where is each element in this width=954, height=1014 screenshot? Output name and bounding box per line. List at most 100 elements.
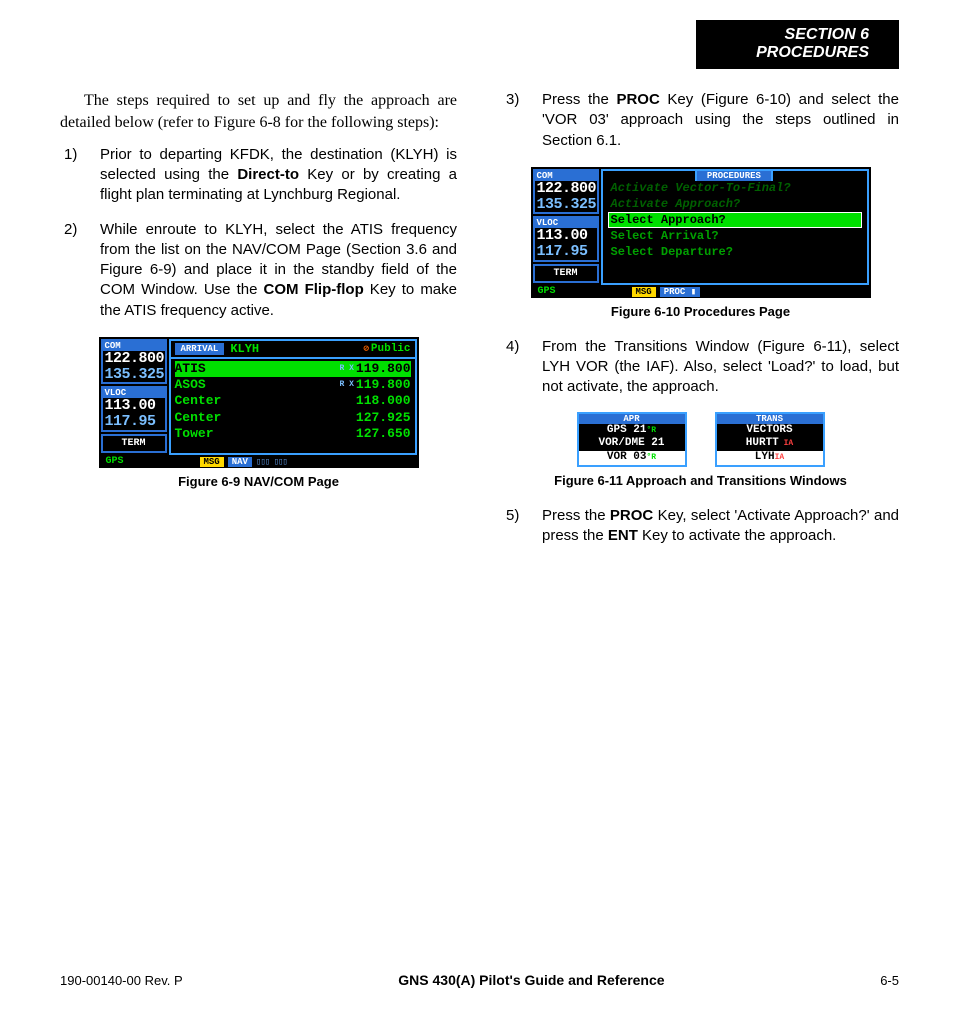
doc-title: GNS 430(A) Pilot's Guide and Reference [398,972,664,988]
step-text-post: Key to activate the approach. [638,527,836,544]
vloc-block: VLOC 113.00 117.95 [101,386,167,432]
figure-caption: Figure 6-11 Approach and Transitions Win… [502,473,899,488]
intro-paragraph: The steps required to set up and fly the… [60,90,457,135]
navcom-row: Center118.000 [175,393,411,409]
trans-rows: VECTORSHURTT IALYHIA [717,424,823,465]
step-bold2: ENT [608,527,638,544]
apr-title: APR [579,414,685,424]
step-text: From the Transitions Window (Figure 6-11… [542,338,899,396]
gps-tag: GPS [538,286,594,297]
procedure-item: Select Arrival? [609,229,861,243]
procedures-main: PROCEDURES Activate Vector-To-Final?Acti… [601,169,869,285]
gns-side-panel: COM 122.800 135.325 VLOC 113.00 117.95 T… [100,338,168,467]
trans-window: TRANS VECTORSHURTT IALYHIA [715,412,825,467]
gns-side-panel: COM 122.800 135.325 VLOC 113.00 117.95 T… [532,168,600,297]
figure-caption: Figure 6-10 Procedures Page [502,304,899,319]
step-num: 3) [506,90,519,110]
section-number: SECTION 6 [756,26,869,44]
airport-id: KLYH [230,342,259,356]
vloc-standby: 117.95 [103,414,165,430]
step-num: 4) [506,337,519,357]
procedures-footer: MSG PROC ▮ [600,287,870,297]
vloc-active: 113.00 [103,398,165,414]
step-bold: PROC [616,91,659,108]
procedures-list: Activate Vector-To-Final? Activate Approa… [603,171,867,265]
navcom-footer: MSG NAV ▯▯▯ ▯▯▯ [168,457,418,467]
step-bold: COM Flip-flop [264,281,364,298]
procedure-item: Activate Approach? [609,197,861,211]
apr-row: VOR 03°R [579,451,685,465]
com-active: 122.800 [103,351,165,367]
trans-row: VECTORS [717,424,823,438]
airport-icon: ⊘ [363,344,368,354]
navcom-header: ARRIVAL KLYH ⊘Public [171,341,415,359]
apr-window: APR GPS 21°RVOR/DME 21VOR 03°R [577,412,687,467]
section-title: PROCEDURES [756,44,869,62]
step-1: 1) Prior to departing KFDK, the destinat… [100,145,457,206]
arrival-label: ARRIVAL [175,343,225,355]
apr-row: GPS 21°R [579,424,685,438]
step-text-pre: Press the [542,91,616,108]
step-5: 5) Press the PROC Key, select 'Activate … [542,506,899,547]
step-text-pre: Press the [542,507,610,524]
proc-tab: PROC ▮ [660,287,700,297]
navcom-row: Tower127.650 [175,426,411,442]
left-column: The steps required to set up and fly the… [60,90,457,560]
procedure-item: Activate Vector-To-Final? [609,181,861,195]
com-standby: 135.325 [535,197,597,213]
page-number: 6-5 [880,973,899,988]
page-boxes: ▯▯▯ ▯▯▯ [256,457,287,467]
step-bold1: PROC [610,507,653,524]
steps-list-right-1: 3) Press the PROC Key (Figure 6-10) and … [502,90,899,151]
figure-6-9: COM 122.800 135.325 VLOC 113.00 117.95 T… [60,335,457,489]
figure-6-11: APR GPS 21°RVOR/DME 21VOR 03°R TRANS VEC… [502,412,899,488]
figure-caption: Figure 6-9 NAV/COM Page [60,474,457,489]
step-2: 2) While enroute to KLYH, select the ATI… [100,220,457,321]
com-block: COM 122.800 135.325 [101,339,167,385]
procedure-item: Select Departure? [609,245,861,259]
msg-indicator: MSG [200,457,224,467]
navcom-row: Center127.925 [175,410,411,426]
vloc-standby: 117.95 [535,244,597,260]
procedures-title: PROCEDURES [695,169,773,181]
term-tag: TERM [101,434,167,453]
steps-list-right-3: 5) Press the PROC Key, select 'Activate … [502,506,899,547]
steps-list-right-2: 4) From the Transitions Window (Figure 6… [502,337,899,398]
doc-revision: 190-00140-00 Rev. P [60,973,183,988]
com-standby: 135.325 [103,367,165,383]
navcom-list: ATISR X119.800ASOSR X119.800Center118.00… [171,359,415,444]
gps-tag: GPS [106,456,162,467]
section-header: SECTION 6 PROCEDURES [696,20,899,69]
vloc-active: 113.00 [535,228,597,244]
step-3: 3) Press the PROC Key (Figure 6-10) and … [542,90,899,151]
navcom-screen: COM 122.800 135.325 VLOC 113.00 117.95 T… [99,337,419,468]
term-tag: TERM [533,264,599,283]
trans-title: TRANS [717,414,823,424]
page-footer: 190-00140-00 Rev. P GNS 430(A) Pilot's G… [60,972,899,988]
step-num: 5) [506,506,519,526]
nav-tab: NAV [228,457,252,467]
step-4: 4) From the Transitions Window (Figure 6… [542,337,899,398]
trans-row: LYHIA [717,451,823,465]
msg-indicator: MSG [632,287,656,297]
navcom-row: ATISR X119.800 [175,361,411,377]
step-num: 2) [64,220,77,240]
apr-rows: GPS 21°RVOR/DME 21VOR 03°R [579,424,685,465]
figure-6-10: COM 122.800 135.325 VLOC 113.00 117.95 T… [502,165,899,319]
apr-row: VOR/DME 21 [579,437,685,451]
step-bold: Direct-to [237,166,299,183]
procedures-screen: COM 122.800 135.325 VLOC 113.00 117.95 T… [531,167,871,298]
navcom-row: ASOSR X119.800 [175,377,411,393]
trans-row: HURTT IA [717,437,823,451]
small-windows: APR GPS 21°RVOR/DME 21VOR 03°R TRANS VEC… [502,412,899,467]
com-active: 122.800 [535,181,597,197]
content-columns: The steps required to set up and fly the… [60,90,899,560]
navcom-main: ARRIVAL KLYH ⊘Public ATISR X119.800ASOSR… [169,339,417,455]
com-block: COM 122.800 135.325 [533,169,599,215]
vloc-block: VLOC 113.00 117.95 [533,216,599,262]
step-num: 1) [64,145,77,165]
right-column: 3) Press the PROC Key (Figure 6-10) and … [502,90,899,560]
airport-type: ⊘Public [361,343,410,355]
steps-list-left: 1) Prior to departing KFDK, the destinat… [60,145,457,321]
procedure-item: Select Approach? [609,213,861,227]
